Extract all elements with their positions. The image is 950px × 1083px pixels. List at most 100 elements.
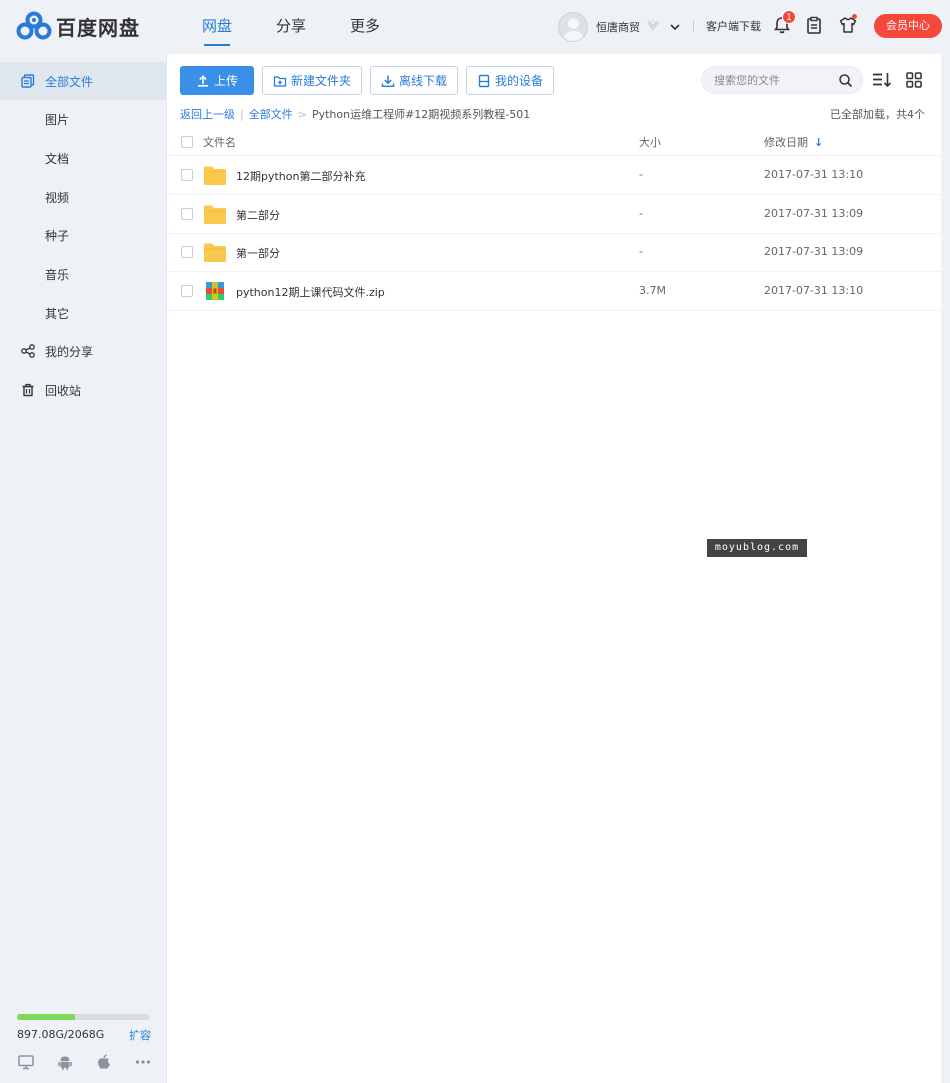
sort-desc-icon[interactable]: ↓ bbox=[814, 136, 823, 149]
vip-center-button[interactable]: 会员中心 bbox=[874, 14, 942, 38]
vip-level-icon bbox=[644, 18, 662, 36]
new-folder-button-label: 新建文件夹 bbox=[291, 74, 352, 88]
file-panel: 上传 新建文件夹 离线下载 我的设备 搜索您的文件 返回上一级 | 全部文件 >… bbox=[166, 54, 942, 1083]
breadcrumb-root-link[interactable]: 全部文件 bbox=[249, 106, 293, 122]
top-bar: 百度网盘 网盘 分享 更多 恒唐商贸 客户端下载 1 会员中心 bbox=[0, 0, 950, 54]
upload-button-label: 上传 bbox=[213, 74, 238, 88]
desktop-icon[interactable] bbox=[17, 1053, 35, 1071]
zip-archive-icon bbox=[206, 282, 224, 300]
sidebar-item-label: 全部文件 bbox=[45, 74, 94, 89]
upload-button[interactable]: 上传 bbox=[180, 66, 254, 95]
upload-icon bbox=[197, 74, 208, 87]
folder-icon bbox=[204, 243, 226, 262]
logo[interactable]: 百度网盘 bbox=[16, 11, 140, 41]
divider bbox=[693, 20, 694, 32]
storage-quota-bar bbox=[17, 1014, 150, 1020]
avatar[interactable] bbox=[558, 12, 588, 42]
my-devices-button[interactable]: 我的设备 bbox=[466, 66, 555, 95]
column-header-size[interactable]: 大小 bbox=[639, 134, 661, 150]
sidebar-item-other[interactable]: 其它 bbox=[0, 294, 166, 332]
sidebar-item-music[interactable]: 音乐 bbox=[0, 255, 166, 293]
expand-storage-link[interactable]: 扩容 bbox=[129, 1027, 151, 1043]
main-nav: 网盘 分享 更多 bbox=[180, 0, 402, 54]
sidebar-item-label: 我的分享 bbox=[45, 344, 94, 359]
username[interactable]: 恒唐商贸 bbox=[596, 19, 640, 35]
nav-tab-share[interactable]: 分享 bbox=[254, 0, 328, 54]
file-name[interactable]: 第二部分 bbox=[236, 207, 280, 223]
breadcrumb-separator: > bbox=[297, 107, 307, 121]
file-date: 2017-07-31 13:09 bbox=[764, 245, 864, 258]
row-checkbox[interactable] bbox=[181, 285, 193, 297]
row-checkbox[interactable] bbox=[181, 208, 193, 220]
sidebar-item-all-files[interactable]: 全部文件 bbox=[0, 62, 166, 100]
file-table-header: 文件名 大小 修改日期 ↓ bbox=[167, 128, 942, 156]
row-checkbox[interactable] bbox=[181, 246, 193, 258]
share-icon bbox=[21, 344, 35, 358]
skin-new-dot bbox=[852, 14, 857, 19]
sort-list-icon[interactable] bbox=[872, 71, 892, 89]
new-folder-button[interactable]: 新建文件夹 bbox=[262, 66, 363, 95]
logo-text: 百度网盘 bbox=[56, 15, 140, 40]
table-row[interactable]: 第二部分 - 2017-07-31 13:09 bbox=[167, 195, 942, 234]
sidebar: 全部文件 图片 文档 视频 种子 音乐 其它 我的分享 回收站 897.08G/… bbox=[0, 54, 166, 1083]
nav-tab-more[interactable]: 更多 bbox=[328, 0, 402, 54]
trash-icon bbox=[22, 383, 34, 397]
platform-download-icons bbox=[17, 1053, 173, 1071]
file-size: - bbox=[639, 245, 643, 258]
table-row[interactable]: 12期python第二部分补充 - 2017-07-31 13:10 bbox=[167, 156, 942, 195]
file-name[interactable]: python12期上课代码文件.zip bbox=[236, 284, 385, 300]
chevron-down-icon[interactable] bbox=[670, 22, 680, 32]
search-input[interactable] bbox=[714, 72, 832, 88]
folder-icon bbox=[204, 166, 226, 185]
breadcrumb-divider: | bbox=[240, 107, 244, 121]
nav-tab-netdisk[interactable]: 网盘 bbox=[180, 0, 254, 54]
user-menu[interactable]: 恒唐商贸 bbox=[558, 12, 680, 42]
breadcrumb-current: Python运维工程师#12期视频系列教程-501 bbox=[311, 108, 531, 121]
apple-icon[interactable] bbox=[95, 1053, 113, 1071]
my-devices-button-label: 我的设备 bbox=[495, 74, 544, 88]
client-download-link[interactable]: 客户端下载 bbox=[706, 18, 761, 34]
sidebar-item-recycle-bin[interactable]: 回收站 bbox=[0, 371, 166, 409]
download-icon bbox=[381, 75, 395, 87]
file-name[interactable]: 第一部分 bbox=[236, 245, 280, 261]
breadcrumb-back-link[interactable]: 返回上一级 bbox=[180, 106, 235, 122]
offline-download-button-label: 离线下载 bbox=[399, 74, 448, 88]
search-box bbox=[701, 66, 863, 94]
row-checkbox[interactable] bbox=[181, 169, 193, 181]
sidebar-item-videos[interactable]: 视频 bbox=[0, 178, 166, 216]
column-header-date-label: 修改日期 bbox=[764, 136, 808, 149]
breadcrumb: 返回上一级 | 全部文件 > Python运维工程师#12期视频系列教程-501 bbox=[180, 106, 530, 122]
sidebar-item-torrents[interactable]: 种子 bbox=[0, 216, 166, 254]
column-header-date[interactable]: 修改日期 ↓ bbox=[764, 134, 823, 150]
clipboard-icon[interactable] bbox=[804, 15, 824, 35]
sidebar-item-documents[interactable]: 文档 bbox=[0, 139, 166, 177]
load-status: 已全部加载，共4个 bbox=[830, 108, 925, 121]
files-icon bbox=[21, 74, 35, 88]
table-row[interactable]: python12期上课代码文件.zip 3.7M 2017-07-31 13:1… bbox=[167, 272, 942, 311]
file-date: 2017-07-31 13:10 bbox=[764, 284, 864, 297]
file-date: 2017-07-31 13:10 bbox=[764, 168, 864, 181]
table-row[interactable]: 第一部分 - 2017-07-31 13:09 bbox=[167, 233, 942, 272]
more-icon[interactable] bbox=[134, 1053, 152, 1071]
file-name[interactable]: 12期python第二部分补充 bbox=[236, 168, 365, 184]
watermark: moyublog.com bbox=[707, 539, 807, 557]
notification-badge: 1 bbox=[782, 10, 796, 24]
file-size: - bbox=[639, 168, 643, 181]
folder-icon bbox=[204, 205, 226, 224]
offline-download-button[interactable]: 离线下载 bbox=[370, 66, 459, 95]
sidebar-item-my-share[interactable]: 我的分享 bbox=[0, 332, 166, 370]
file-size: 3.7M bbox=[639, 284, 666, 297]
select-all-checkbox[interactable] bbox=[181, 136, 193, 148]
baidu-netdisk-logo-icon bbox=[16, 11, 52, 40]
grid-view-icon[interactable] bbox=[904, 71, 924, 89]
new-folder-icon bbox=[273, 75, 287, 87]
device-icon bbox=[478, 74, 490, 87]
toolbar: 上传 新建文件夹 离线下载 我的设备 bbox=[180, 66, 562, 95]
search-icon[interactable] bbox=[838, 73, 853, 88]
sidebar-item-images[interactable]: 图片 bbox=[0, 100, 166, 138]
column-header-name[interactable]: 文件名 bbox=[203, 134, 236, 150]
storage-quota-text: 897.08G/2068G bbox=[17, 1028, 105, 1041]
file-date: 2017-07-31 13:09 bbox=[764, 207, 864, 220]
android-icon[interactable] bbox=[56, 1053, 74, 1071]
storage-quota-fill bbox=[17, 1014, 75, 1020]
